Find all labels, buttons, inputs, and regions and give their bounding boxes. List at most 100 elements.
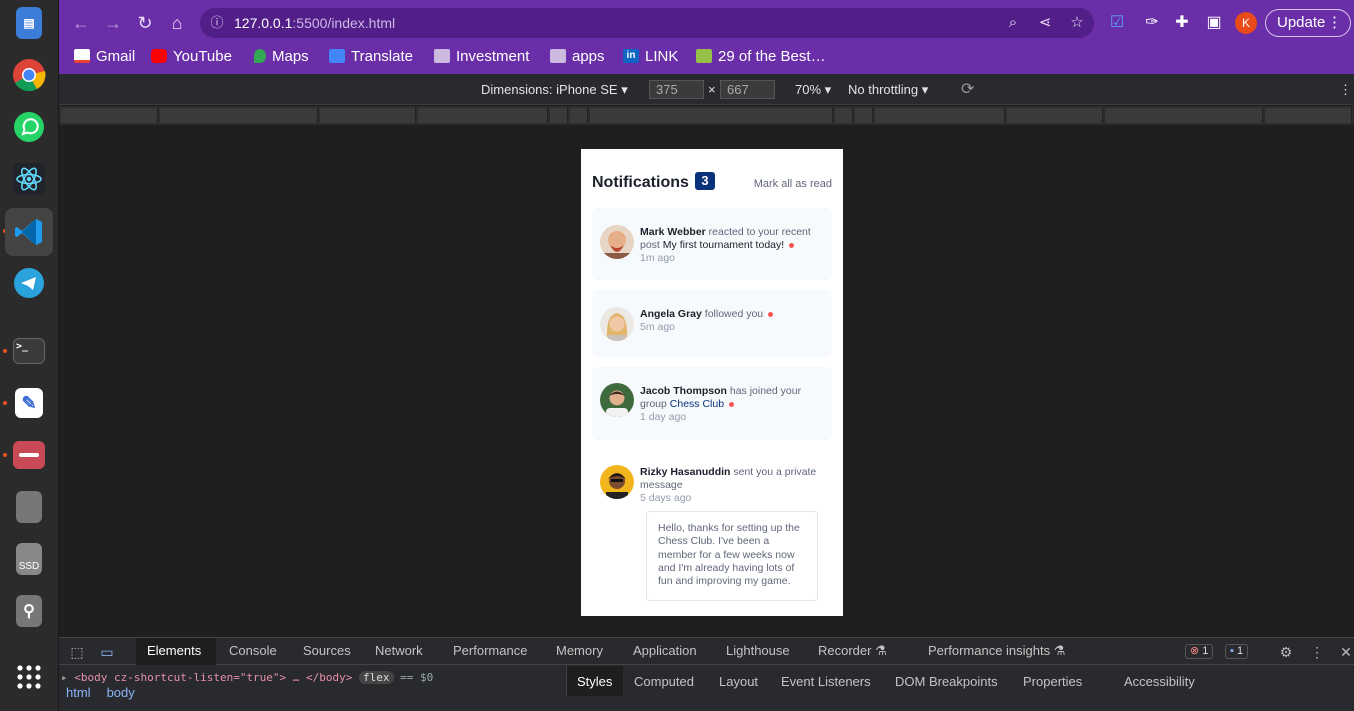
drive-icon[interactable] [8,486,50,528]
tab-layout[interactable]: Layout [719,674,758,689]
ruler-segment[interactable] [875,108,1005,123]
tab-event-listeners[interactable]: Event Listeners [781,674,871,689]
tab-recorder[interactable]: Recorder ⚗ [818,643,887,659]
files-icon[interactable] [8,434,50,476]
update-button[interactable]: Update ⋮ [1265,9,1351,37]
extension-checklist-icon[interactable]: ☑ [1106,12,1128,34]
flex-badge[interactable]: flex [359,671,394,684]
notification-group-link[interactable]: Chess Club [670,398,724,410]
info-icon[interactable]: ⓘ [207,13,227,33]
bookmark-maps[interactable]: Maps [254,46,309,66]
side-panel-icon[interactable]: ▣ [1203,12,1225,34]
bookmark-29-best[interactable]: 29 of the Best… [696,46,826,66]
dimensions-select[interactable]: Dimensions: iPhone SE ▾ [481,82,628,98]
tab-computed[interactable]: Computed [634,674,694,689]
mark-all-read-button[interactable]: Mark all as read [754,178,832,190]
notification-item[interactable]: Angela Gray followed you 5m ago [592,290,832,357]
ssd-icon[interactable]: SSD [8,538,50,580]
whatsapp-icon[interactable] [8,106,50,148]
terminal-icon[interactable]: >_ [8,330,50,372]
tab-properties[interactable]: Properties [1023,674,1082,689]
ruler-segment[interactable] [418,108,548,123]
bookmark-label: YouTube [173,47,232,65]
tab-console[interactable]: Console [229,643,277,658]
react-atom-icon[interactable] [8,158,50,200]
tab-elements[interactable]: Elements [147,643,201,658]
avatar [600,307,634,341]
settings-gear-icon[interactable]: ⚙ [1276,642,1296,662]
private-message-preview[interactable]: Hello, thanks for setting up the Chess C… [646,511,818,601]
ruler-segment[interactable] [590,108,833,123]
ruler-segment[interactable] [1007,108,1103,123]
zoom-icon[interactable]: ⌕ [1003,13,1023,33]
error-count-badge[interactable]: ⊗ 1 [1185,644,1214,659]
forward-icon[interactable]: → [101,11,125,35]
address-bar[interactable]: ⓘ 127.0.0.1:5500/index.html ⌕ ⋖ ☆ [200,8,1094,38]
tab-performance[interactable]: Performance [453,643,527,658]
notification-target[interactable]: My first tournament today! [663,239,784,251]
reload-icon[interactable]: ↻ [133,11,157,35]
close-icon[interactable]: ✕ [1336,642,1354,662]
device-toolbar-toggle-icon[interactable]: ▭ [97,642,117,662]
ruler-segment[interactable] [160,108,318,123]
tab-performance-insights[interactable]: Performance insights ⚗ [928,643,1065,659]
back-icon[interactable]: ← [69,11,93,35]
page-title: Notifications [592,174,689,191]
notification-author[interactable]: Rizky Hasanuddin [640,466,730,478]
bookmark-translate[interactable]: Translate [329,46,413,66]
tab-lighthouse[interactable]: Lighthouse [726,643,790,658]
home-icon[interactable]: ⌂ [165,11,189,35]
notification-author[interactable]: Jacob Thompson [640,385,727,397]
message-count-badge[interactable]: ▪ 1 [1225,644,1249,659]
bookmark-star-icon[interactable]: ☆ [1067,13,1087,33]
ruler-segment[interactable] [550,108,568,123]
share-icon[interactable]: ⋖ [1035,13,1055,33]
ruler-segment[interactable] [835,108,853,123]
tab-network[interactable]: Network [375,643,423,658]
vscode-icon[interactable] [5,208,53,256]
text-editor-icon[interactable]: ✎ [8,382,50,424]
tab-memory[interactable]: Memory [556,643,603,658]
bookmark-apps[interactable]: apps [550,46,605,66]
inspect-element-icon[interactable]: ⬚ [67,642,87,662]
chrome-icon[interactable] [8,54,50,96]
profile-avatar[interactable]: K [1235,12,1257,34]
breadcrumb-html[interactable]: html [66,685,91,700]
throttling-select[interactable]: No throttling ▾ [848,82,928,98]
width-input[interactable]: 375 [649,80,704,99]
tab-styles[interactable]: Styles [577,674,612,689]
notification-author[interactable]: Angela Gray [640,308,702,320]
notification-item[interactable]: Jacob Thompson has joined your group Che… [592,367,832,440]
notification-author[interactable]: Mark Webber [640,226,706,238]
bookmark-youtube[interactable]: YouTube [151,46,232,66]
telegram-icon[interactable] [8,262,50,304]
caret-down-icon: ▾ [921,82,929,97]
extensions-puzzle-icon[interactable]: ✚ [1171,12,1193,34]
bookmark-gmail[interactable]: Gmail [74,46,135,66]
ruler-segment[interactable] [320,108,416,123]
extension-eyedropper-icon[interactable]: ✑ [1141,12,1163,34]
rotate-icon[interactable]: ⟳ [961,79,974,99]
bookmark-link[interactable]: in LINK [623,46,678,66]
running-indicator [3,349,7,353]
tab-application[interactable]: Application [633,643,697,658]
devtools-menu-icon[interactable]: ⋮ [1307,642,1327,662]
usb-icon[interactable]: ⚲ [8,590,50,632]
height-input[interactable]: 667 [720,80,775,99]
tab-dom-breakpoints[interactable]: DOM Breakpoints [895,674,998,689]
more-options-icon[interactable]: ⋮ [1339,82,1352,98]
notification-item[interactable]: Mark Webber reacted to your recent post … [592,208,832,280]
ruler-segment[interactable] [1105,108,1263,123]
ruler-segment[interactable] [61,108,158,123]
app-grid-icon[interactable] [8,656,50,698]
ruler-segment[interactable] [570,108,588,123]
document-viewer-icon[interactable]: ▤ [8,2,50,44]
ruler-segment[interactable] [855,108,873,123]
bookmark-investment[interactable]: Investment [434,46,529,66]
dom-tree-body-node[interactable]: ▸ <body cz-shortcut-listen="true"> … </b… [61,671,556,684]
tab-accessibility[interactable]: Accessibility [1124,674,1195,689]
tab-sources[interactable]: Sources [303,643,351,658]
zoom-select[interactable]: 70% ▾ [795,82,831,98]
breadcrumb-body[interactable]: body [107,685,135,700]
ruler-segment[interactable] [1265,108,1352,123]
